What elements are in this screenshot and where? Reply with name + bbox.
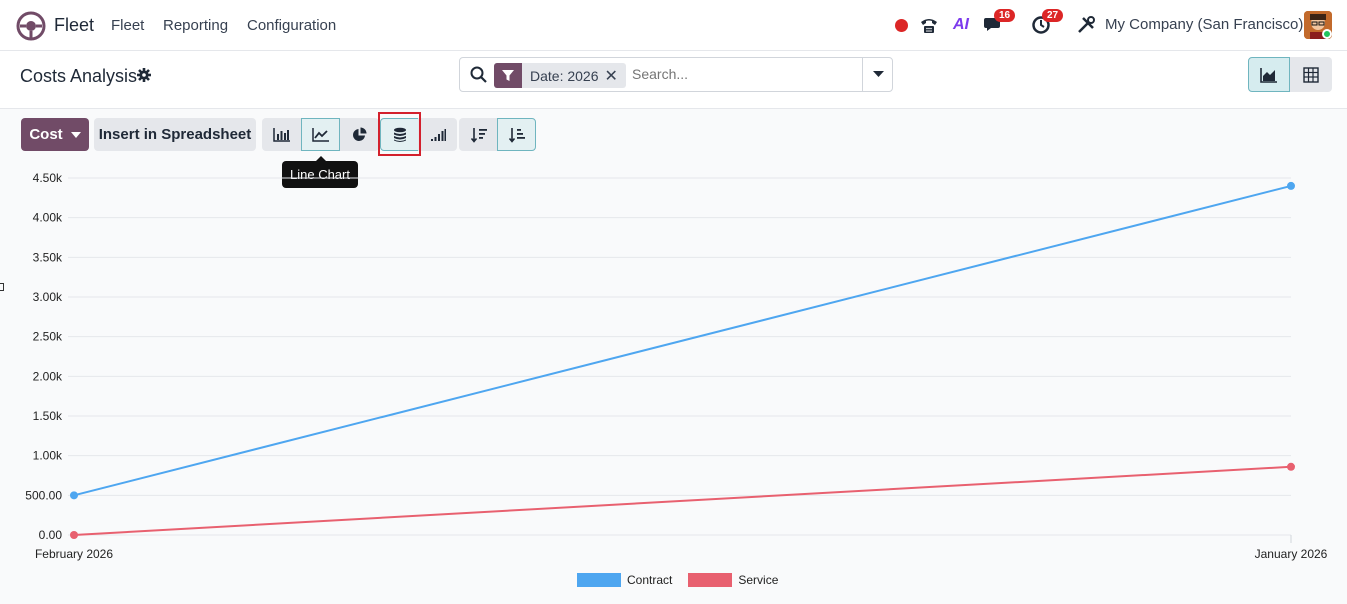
filter-icon (494, 63, 522, 88)
legend-swatch-service[interactable] (688, 573, 733, 587)
y-tick-label: 1.50k (33, 409, 63, 423)
pivot-view-button[interactable] (1290, 57, 1332, 92)
y-tick-label: 2.50k (33, 330, 63, 344)
gear-icon[interactable] (137, 68, 151, 82)
facet-remove-icon[interactable]: ✕ (605, 66, 626, 86)
activity-clock-icon[interactable]: 27 (1030, 9, 1064, 36)
facet-label: Date: 2026 (530, 67, 599, 84)
area-chart-icon (1260, 67, 1277, 83)
y-tick-label: 0.00 (39, 528, 63, 542)
menu-fleet[interactable]: Fleet (111, 17, 144, 34)
legend-label-contract[interactable]: Contract (627, 573, 672, 587)
graph-view-button[interactable] (1248, 57, 1290, 92)
y-tick-label: 2.00k (33, 369, 63, 383)
sort-ascending-icon (508, 127, 525, 143)
measure-label: Cost (29, 126, 63, 143)
ai-icon[interactable]: AI (950, 14, 972, 36)
line-chart: 0.00 500.00 1.00k 1.50k 2.00k 2.50k 3.00k 3.50k… (25, 171, 1328, 561)
table-icon (1303, 66, 1319, 83)
messages-icon[interactable]: 16 (982, 9, 1016, 36)
online-status-dot (1322, 29, 1332, 39)
search-icon[interactable] (470, 66, 487, 83)
caret-down-icon (70, 131, 81, 138)
search-input[interactable] (632, 66, 852, 82)
y-tick-label: 500.00 (25, 488, 62, 502)
search-options-toggle[interactable] (862, 57, 894, 92)
line-chart-button[interactable] (301, 118, 340, 151)
bar-chart-button[interactable] (262, 118, 301, 151)
page-title: Costs Analysis (20, 66, 138, 86)
sort-ascending-button[interactable] (497, 118, 536, 151)
chart-legend: Contract Service (577, 573, 778, 587)
series-line-service (73, 465, 1292, 536)
highlight-box (378, 112, 421, 156)
y-tick-label: 3.50k (33, 250, 63, 264)
insert-spreadsheet-button[interactable]: Insert in Spreadsheet (94, 118, 256, 151)
measure-dropdown-button[interactable]: Cost (21, 118, 89, 151)
menu-configuration[interactable]: Configuration (247, 17, 336, 34)
view-switcher (1248, 57, 1332, 92)
x-tick-label: January 2026 (1255, 547, 1328, 561)
bar-chart-icon (273, 127, 290, 142)
caret-down-icon (873, 71, 884, 77)
recording-dot-icon[interactable] (890, 14, 912, 36)
tools-icon[interactable] (1075, 14, 1097, 36)
data-point-service (70, 531, 78, 539)
search-bar: Date: 2026 ✕ (459, 57, 893, 92)
data-point-contract (1287, 181, 1295, 190)
x-tick-label: February 2026 (35, 547, 113, 561)
cumulative-button[interactable] (418, 118, 457, 151)
legend-label-service[interactable]: Service (738, 573, 778, 587)
series-line-contract (73, 184, 1292, 497)
graph-toolbar: Cost Insert in Spreadsheet Line Chart (0, 109, 1347, 188)
activities-badge: 27 (1042, 9, 1064, 22)
fleet-app-icon[interactable] (16, 11, 46, 41)
menu-reporting[interactable]: Reporting (163, 17, 228, 34)
y-tick-label: 1.00k (33, 449, 63, 463)
sort-descending-icon (470, 127, 487, 143)
filter-facet: Date: 2026 ✕ (494, 63, 626, 88)
signal-bars-icon (430, 128, 446, 141)
control-panel: Costs Analysis Date: 2026 ✕ (0, 51, 1347, 109)
y-tick-label: 3.00k (33, 290, 63, 304)
legend-swatch-contract[interactable] (577, 573, 621, 587)
messages-badge: 16 (994, 9, 1016, 22)
pie-chart-button[interactable] (340, 118, 379, 151)
data-point-contract (70, 491, 78, 500)
y-tick-label: 4.50k (33, 171, 63, 185)
phone-icon[interactable] (918, 14, 940, 36)
data-point-service (1287, 462, 1295, 471)
app-name[interactable]: Fleet (54, 15, 94, 36)
company-switcher[interactable]: My Company (San Francisco) (1105, 16, 1303, 33)
sort-descending-button[interactable] (459, 118, 498, 151)
line-chart-icon (312, 127, 329, 142)
top-navbar: Fleet Fleet Reporting Configuration AI 1… (0, 0, 1347, 51)
y-tick-label: 4.00k (33, 211, 63, 225)
pie-chart-icon (353, 127, 367, 141)
